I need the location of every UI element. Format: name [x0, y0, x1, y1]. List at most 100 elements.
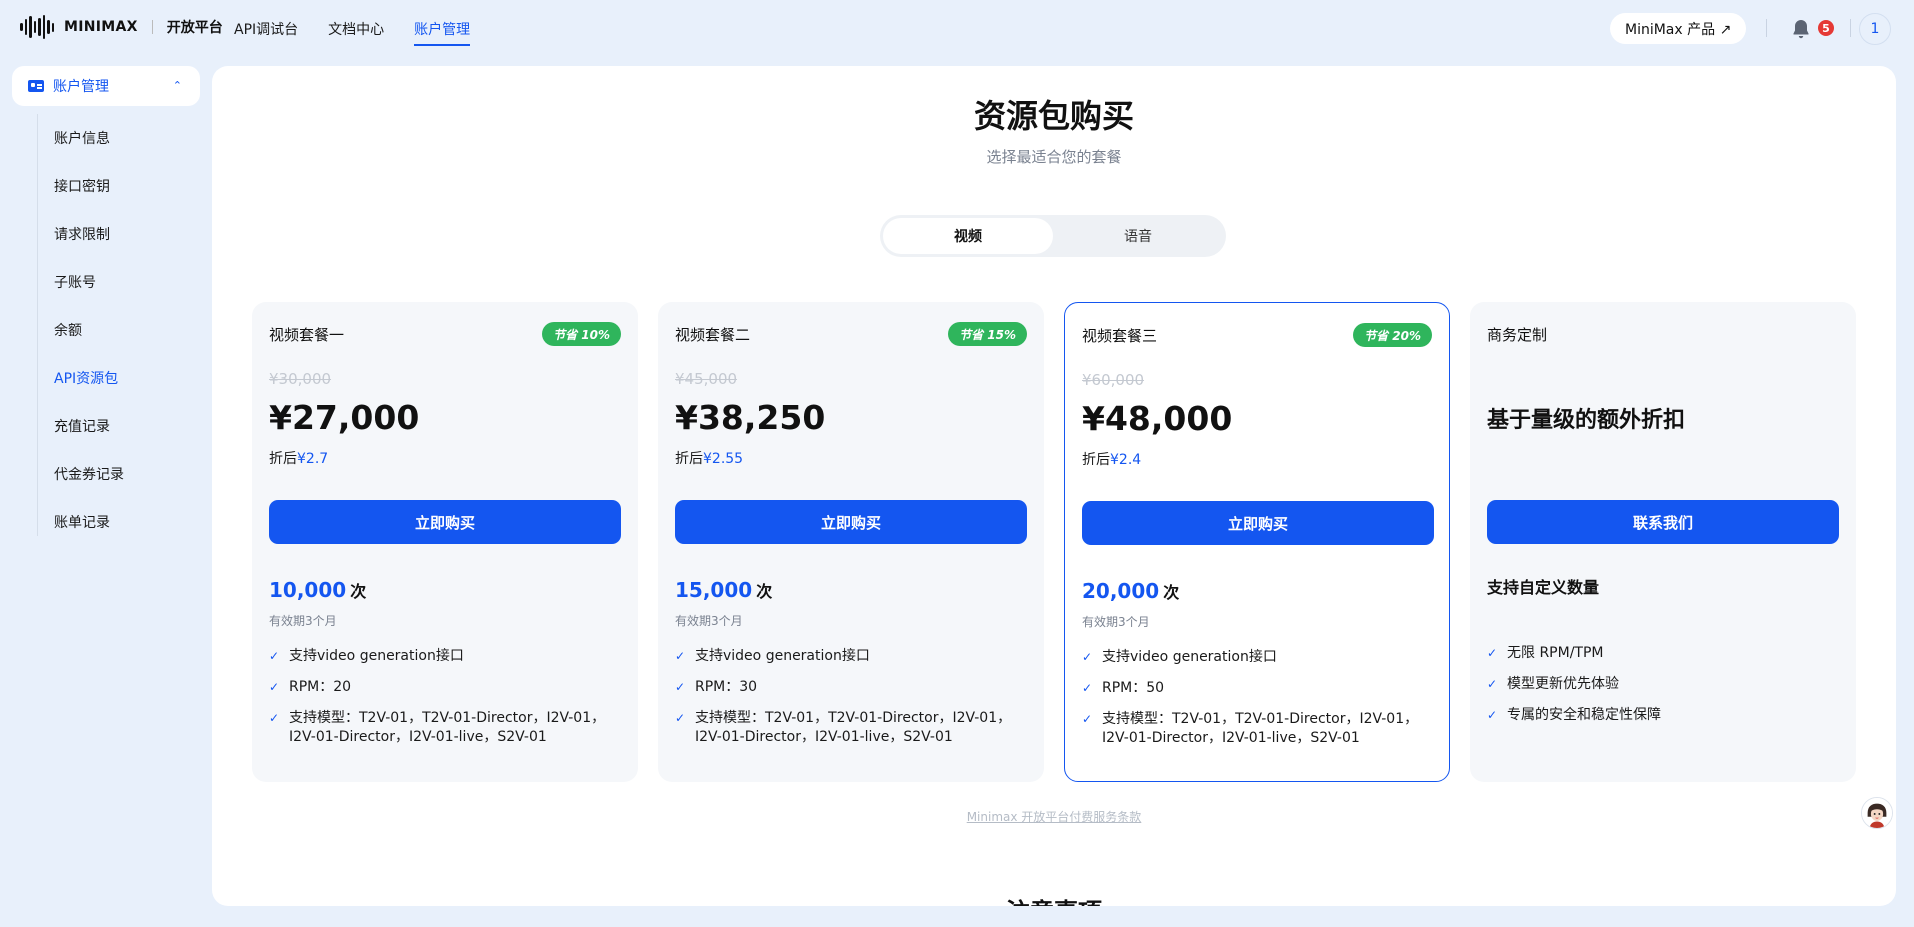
assistant-avatar-icon[interactable]	[1861, 797, 1893, 829]
unit-price: 折后¥2.55	[675, 448, 743, 468]
logo[interactable]: MINIMAX 开放平台	[20, 15, 223, 39]
card-icon	[28, 80, 44, 92]
feature-text: 专属的安全和稳定性保障	[1507, 707, 1661, 723]
check-icon: ✓	[1082, 681, 1093, 695]
check-icon: ✓	[1082, 650, 1093, 664]
unit-price: 折后¥2.7	[269, 448, 328, 468]
divider	[1766, 19, 1767, 37]
unit-price-value: ¥2.7	[297, 451, 329, 467]
feature-item: ✓ 模型更新优先体验	[1487, 675, 1839, 694]
package-name: 视频套餐一	[269, 326, 345, 344]
validity: 有效期3个月	[675, 614, 743, 628]
main-panel: 资源包购买 选择最适合您的套餐 视频 语音 视频套餐一 节省 10% ¥30,0…	[212, 66, 1896, 906]
tab-video[interactable]: 视频	[883, 218, 1053, 254]
feature-text: 无限 RPM/TPM	[1507, 645, 1604, 661]
buy-button[interactable]: 立即购买	[1082, 501, 1434, 545]
unit-price-prefix: 折后	[1082, 452, 1110, 468]
notice-heading: 注意事项	[212, 892, 1896, 906]
sidebar-item-recharge-records[interactable]: 充值记录	[38, 402, 110, 450]
divider	[1850, 19, 1851, 37]
terms-link[interactable]: Minimax 开放平台付费服务条款	[212, 808, 1896, 825]
business-headline: 基于量级的额外折扣	[1487, 408, 1686, 433]
unit-price-value: ¥2.4	[1110, 452, 1142, 468]
check-icon: ✓	[1487, 708, 1498, 722]
buy-button[interactable]: 立即购买	[675, 500, 1027, 544]
avatar[interactable]: 1	[1859, 13, 1891, 45]
product-button[interactable]: MiniMax 产品 ↗	[1610, 13, 1747, 44]
validity: 有效期3个月	[1082, 615, 1150, 629]
sidebar-item-api-keys[interactable]: 接口密钥	[38, 162, 110, 210]
sidebar-item-account-info[interactable]: 账户信息	[38, 114, 110, 162]
check-icon: ✓	[1487, 646, 1498, 660]
call-count-unit: 次	[350, 582, 367, 601]
check-icon: ✓	[269, 649, 280, 663]
discount-badge: 节省 10%	[542, 322, 621, 346]
nav-account[interactable]: 账户管理	[414, 0, 471, 58]
business-card: 商务定制 基于量级的额外折扣 联系我们 支持自定义数量 ✓ 无限 RPM/TPM …	[1470, 302, 1856, 782]
contact-us-button[interactable]: 联系我们	[1487, 500, 1839, 544]
logo-waveform-icon	[20, 15, 54, 39]
feature-text: 支持video generation接口	[1102, 649, 1277, 665]
check-icon: ✓	[675, 711, 686, 725]
call-count-unit: 次	[1163, 583, 1180, 602]
sidebar-item-balance[interactable]: 余额	[38, 306, 82, 354]
page-subtitle: 选择最适合您的套餐	[986, 148, 1122, 166]
feature-item: ✓ 专属的安全和稳定性保障	[1487, 706, 1839, 725]
check-icon: ✓	[675, 680, 686, 694]
nav-api-console[interactable]: API调试台	[234, 0, 298, 58]
package-price: ¥27,000	[269, 398, 420, 437]
main-nav: API调试台 文档中心 账户管理	[234, 0, 500, 58]
unit-price: 折后¥2.4	[1082, 449, 1141, 469]
package-name: 视频套餐三	[1082, 327, 1158, 345]
feature-text: 支持模型：T2V-01，T2V-01-Director，I2V-01，I2V-0…	[1102, 711, 1419, 746]
feature-text: 支持video generation接口	[289, 648, 464, 664]
package-price: ¥38,250	[675, 398, 826, 437]
check-icon: ✓	[675, 649, 686, 663]
nav-docs[interactable]: 文档中心	[328, 0, 384, 58]
platform-name: 开放平台	[166, 20, 223, 36]
feature-text: RPM：50	[1102, 680, 1165, 696]
check-icon: ✓	[1487, 677, 1498, 691]
discount-badge: 节省 15%	[948, 322, 1027, 346]
check-icon: ✓	[269, 680, 280, 694]
feature-item: ✓ 支持video generation接口	[1082, 648, 1434, 667]
feature-item: ✓ RPM：20	[269, 678, 621, 697]
sidebar-section-account[interactable]: 账户管理 ⌃	[12, 66, 200, 106]
sidebar-item-bill-records[interactable]: 账单记录	[38, 498, 110, 546]
sidebar-item-sub-accounts[interactable]: 子账号	[38, 258, 96, 306]
feature-text: 模型更新优先体验	[1507, 676, 1619, 692]
sidebar-item-api-packages[interactable]: API资源包	[38, 354, 118, 402]
feature-text: RPM：30	[695, 679, 758, 695]
check-icon: ✓	[269, 711, 280, 725]
feature-text: RPM：20	[289, 679, 352, 695]
package-name: 视频套餐二	[675, 326, 751, 344]
call-count-value: 10,000	[269, 578, 347, 602]
logo-text: MINIMAX	[64, 19, 138, 35]
feature-text: 支持模型：T2V-01，T2V-01-Director，I2V-01，I2V-0…	[289, 710, 606, 745]
sidebar-section-label: 账户管理	[53, 79, 109, 95]
chevron-up-icon: ⌃	[172, 79, 182, 92]
call-count-value: 15,000	[675, 578, 753, 602]
package-card: 视频套餐一 节省 10% ¥30,000 ¥27,000 折后¥2.7 立即购买…	[252, 302, 638, 782]
call-count-value: 20,000	[1082, 579, 1160, 603]
feature-item: ✓ 支持模型：T2V-01，T2V-01-Director，I2V-01，I2V-…	[1082, 710, 1434, 748]
notification-badge: 5	[1818, 20, 1834, 36]
call-count-unit: 次	[756, 582, 773, 601]
bell-icon[interactable]	[1789, 17, 1813, 41]
package-name: 商务定制	[1487, 326, 1548, 344]
feature-item: ✓ 支持video generation接口	[269, 647, 621, 666]
sidebar-item-rate-limits[interactable]: 请求限制	[38, 210, 110, 258]
tab-voice[interactable]: 语音	[1053, 218, 1223, 254]
feature-item: ✓ 无限 RPM/TPM	[1487, 644, 1839, 663]
top-bar: MINIMAX 开放平台 API调试台 文档中心 账户管理 MiniMax 产品…	[0, 0, 1914, 58]
call-count: 15,000 次	[675, 578, 772, 602]
sidebar-list: 账户信息 接口密钥 请求限制 子账号 余额 API资源包 充值记录 代金券记录 …	[37, 114, 197, 536]
sidebar-item-voucher-records[interactable]: 代金券记录	[38, 450, 124, 498]
original-price: ¥30,000	[269, 370, 332, 388]
feature-text: 支持video generation接口	[695, 648, 870, 664]
discount-badge: 节省 20%	[1353, 323, 1432, 347]
unit-price-prefix: 折后	[675, 451, 703, 467]
package-card: 视频套餐二 节省 15% ¥45,000 ¥38,250 折后¥2.55 立即购…	[658, 302, 1044, 782]
buy-button[interactable]: 立即购买	[269, 500, 621, 544]
package-price: ¥48,000	[1082, 399, 1233, 438]
